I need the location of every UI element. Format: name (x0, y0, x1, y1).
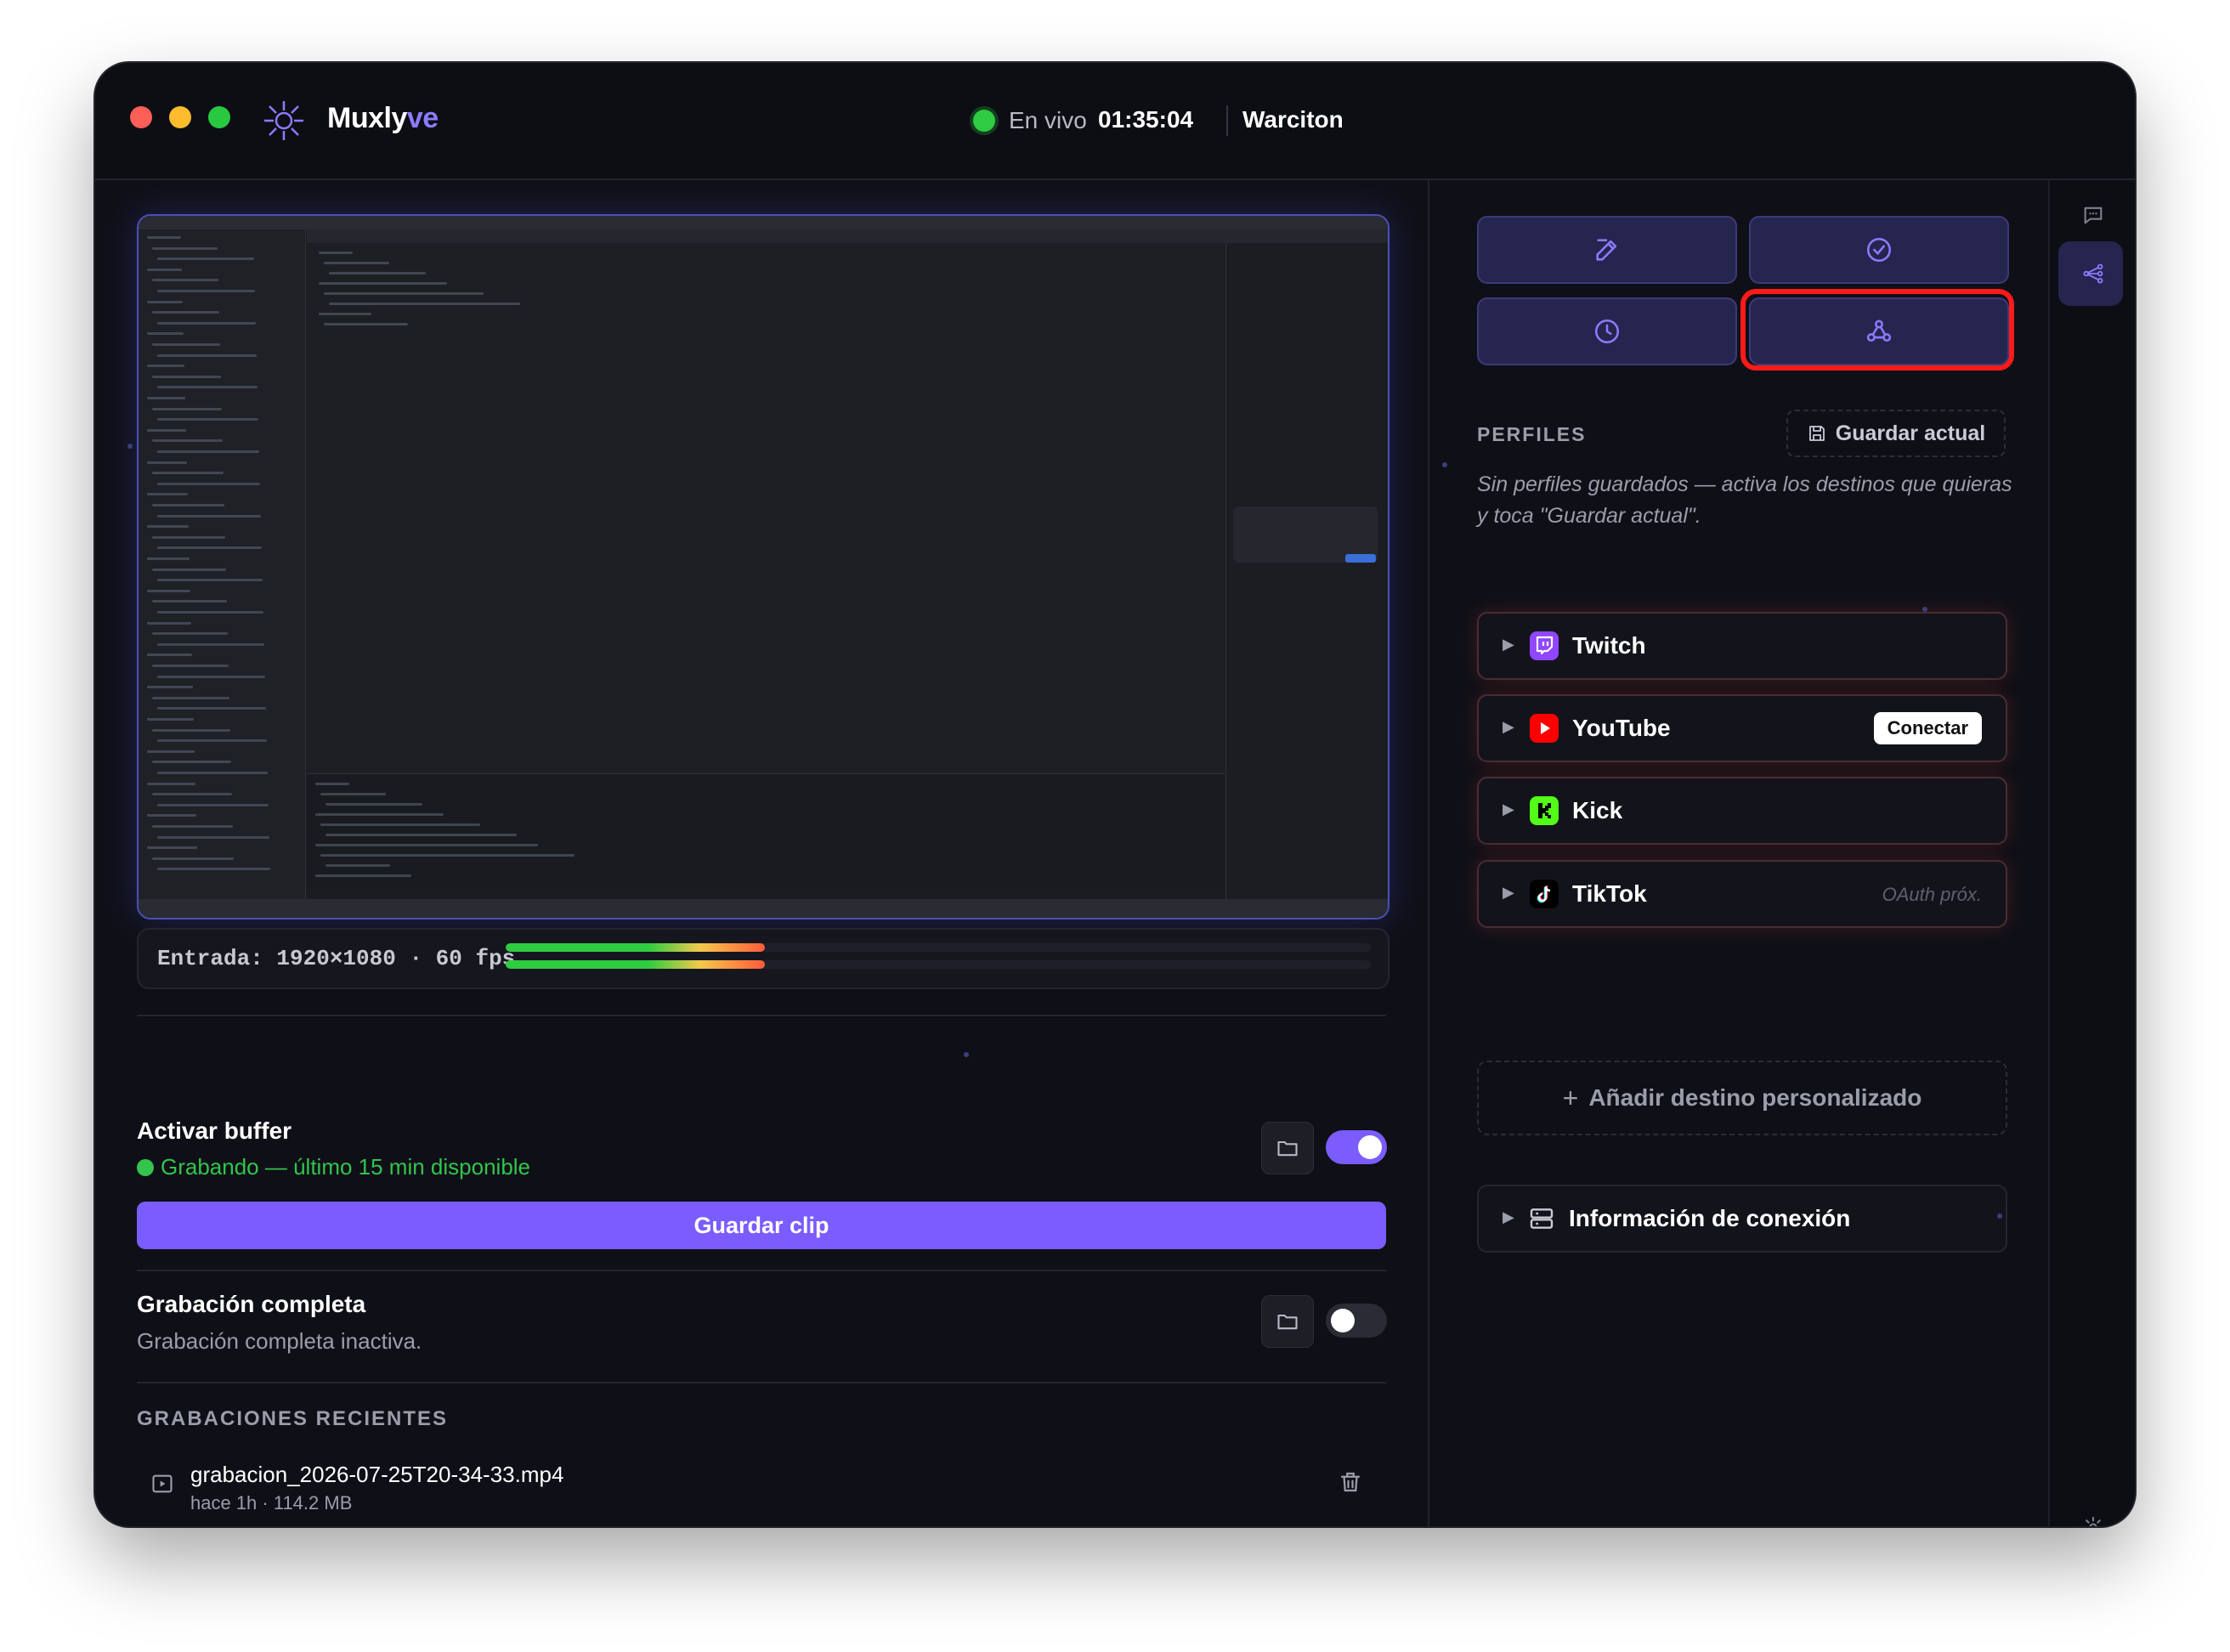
buffer-title: Activar buffer (137, 1117, 292, 1144)
app-brand: Muxlyve (327, 102, 439, 134)
twitch-icon (1530, 631, 1559, 660)
gear-icon (2083, 1516, 2103, 1526)
edit-button[interactable] (1477, 216, 1737, 284)
live-status-dot (973, 110, 995, 132)
plus-icon: + (1562, 1082, 1579, 1113)
stream-preview (137, 214, 1390, 919)
destinations-panel: PERFILES Guardar actual Sin perfiles gua… (1429, 180, 2048, 1526)
expand-arrow-icon: ▶ (1503, 801, 1514, 818)
destination-name: TikTok (1572, 880, 1647, 907)
full-recording-toggle[interactable] (1326, 1304, 1387, 1338)
divider (137, 1015, 1386, 1016)
main-panel: Entrada: 1920×1080 · 60 fps Activar buff… (95, 180, 1428, 1526)
destination-tiktok[interactable]: ▶ TikTok OAuth próx. (1477, 860, 2007, 928)
zoom-window-button[interactable] (208, 106, 230, 128)
input-meter: Entrada: 1920×1080 · 60 fps (137, 928, 1390, 989)
side-rail (2048, 180, 2135, 1526)
youtube-icon (1530, 714, 1559, 743)
tiktok-icon (1530, 880, 1559, 908)
settings-rail-button[interactable] (2074, 1508, 2113, 1526)
destinations-rail-icon-wrap (2074, 254, 2113, 293)
recording-item-name[interactable]: grabacion_2026-07-25T20-34-33.mp4 (190, 1462, 563, 1488)
expand-arrow-icon: ▶ (1503, 884, 1514, 901)
close-window-button[interactable] (130, 106, 152, 128)
full-recording-status: Grabación completa inactiva. (137, 1328, 422, 1354)
recording-item-meta: hace 1h · 114.2 MB (190, 1492, 353, 1513)
destination-youtube[interactable]: ▶ YouTube Conectar (1477, 694, 2007, 762)
title-bar: Muxlyve En vivo 01:35:04 Warciton (95, 63, 2135, 180)
share-nodes-icon (2083, 263, 2103, 284)
audio-meter-right (506, 960, 1371, 969)
save-current-profile-button[interactable]: Guardar actual (1786, 410, 2006, 457)
recording-dot (137, 1159, 154, 1176)
live-timer: 01:35:04 (1098, 106, 1194, 133)
destination-name: Kick (1572, 797, 1623, 823)
edit-icon (1596, 239, 1617, 261)
folder-icon (1277, 1314, 1298, 1330)
history-button[interactable] (1477, 297, 1737, 365)
add-destination-label: Añadir destino personalizado (1588, 1084, 1922, 1111)
chat-icon (2084, 206, 2103, 224)
save-clip-button[interactable]: Guardar clip (137, 1202, 1386, 1249)
save-icon (1808, 426, 1825, 441)
audio-meter-left (506, 943, 1371, 952)
connection-info-section[interactable]: ▶ Información de conexión (1477, 1185, 2007, 1253)
expand-arrow-icon: ▶ (1503, 1208, 1514, 1225)
check-circle-icon (1866, 237, 1892, 263)
channel-name: Warciton (1242, 106, 1344, 133)
live-status-label: En vivo (1009, 107, 1087, 133)
check-button[interactable] (1749, 216, 2009, 284)
input-resolution-label: Entrada: 1920×1080 · 60 fps (157, 946, 516, 971)
full-recording-title: Grabación completa (137, 1291, 366, 1317)
divider (137, 1382, 1386, 1383)
destination-kick[interactable]: ▶ Kick (1477, 777, 2007, 845)
connection-info-label: Información de conexión (1569, 1205, 1851, 1231)
expand-arrow-icon: ▶ (1503, 636, 1514, 653)
buffer-status: Grabando — último 15 min disponible (137, 1154, 530, 1180)
title-separator (1226, 105, 1228, 136)
buffer-toggle[interactable] (1326, 1130, 1387, 1164)
full-recording-folder-button[interactable] (1261, 1295, 1314, 1348)
destination-name: Twitch (1572, 632, 1646, 659)
folder-icon (1277, 1140, 1298, 1157)
server-icon (1530, 1208, 1554, 1229)
app-logo-icon (264, 101, 303, 140)
kick-icon (1530, 796, 1559, 825)
buffer-folder-button[interactable] (1261, 1122, 1314, 1174)
recent-recordings-caption: GRABACIONES RECIENTES (137, 1407, 449, 1430)
chat-rail-button[interactable] (2074, 195, 2113, 235)
destination-twitch[interactable]: ▶ Twitch (1477, 612, 2007, 680)
expand-arrow-icon: ▶ (1503, 718, 1514, 735)
divider (137, 1270, 1386, 1271)
delete-recording-icon[interactable] (1338, 1468, 1363, 1496)
video-file-icon (152, 1474, 173, 1493)
clock-icon (1594, 319, 1620, 344)
highlight-box (1740, 289, 2014, 371)
connect-button[interactable]: Conectar (1873, 712, 1982, 744)
profiles-caption: PERFILES (1477, 423, 1587, 445)
app-window: Muxlyve En vivo 01:35:04 Warciton Entrad… (95, 63, 2135, 1526)
add-custom-destination-button[interactable]: + Añadir destino personalizado (1477, 1061, 2007, 1135)
profiles-hint: Sin perfiles guardados — activa los dest… (1477, 472, 2012, 528)
destination-name: YouTube (1572, 715, 1671, 741)
minimize-window-button[interactable] (169, 106, 191, 128)
save-current-label: Guardar actual (1835, 421, 1986, 445)
oauth-note: OAuth próx. (1882, 884, 1982, 905)
